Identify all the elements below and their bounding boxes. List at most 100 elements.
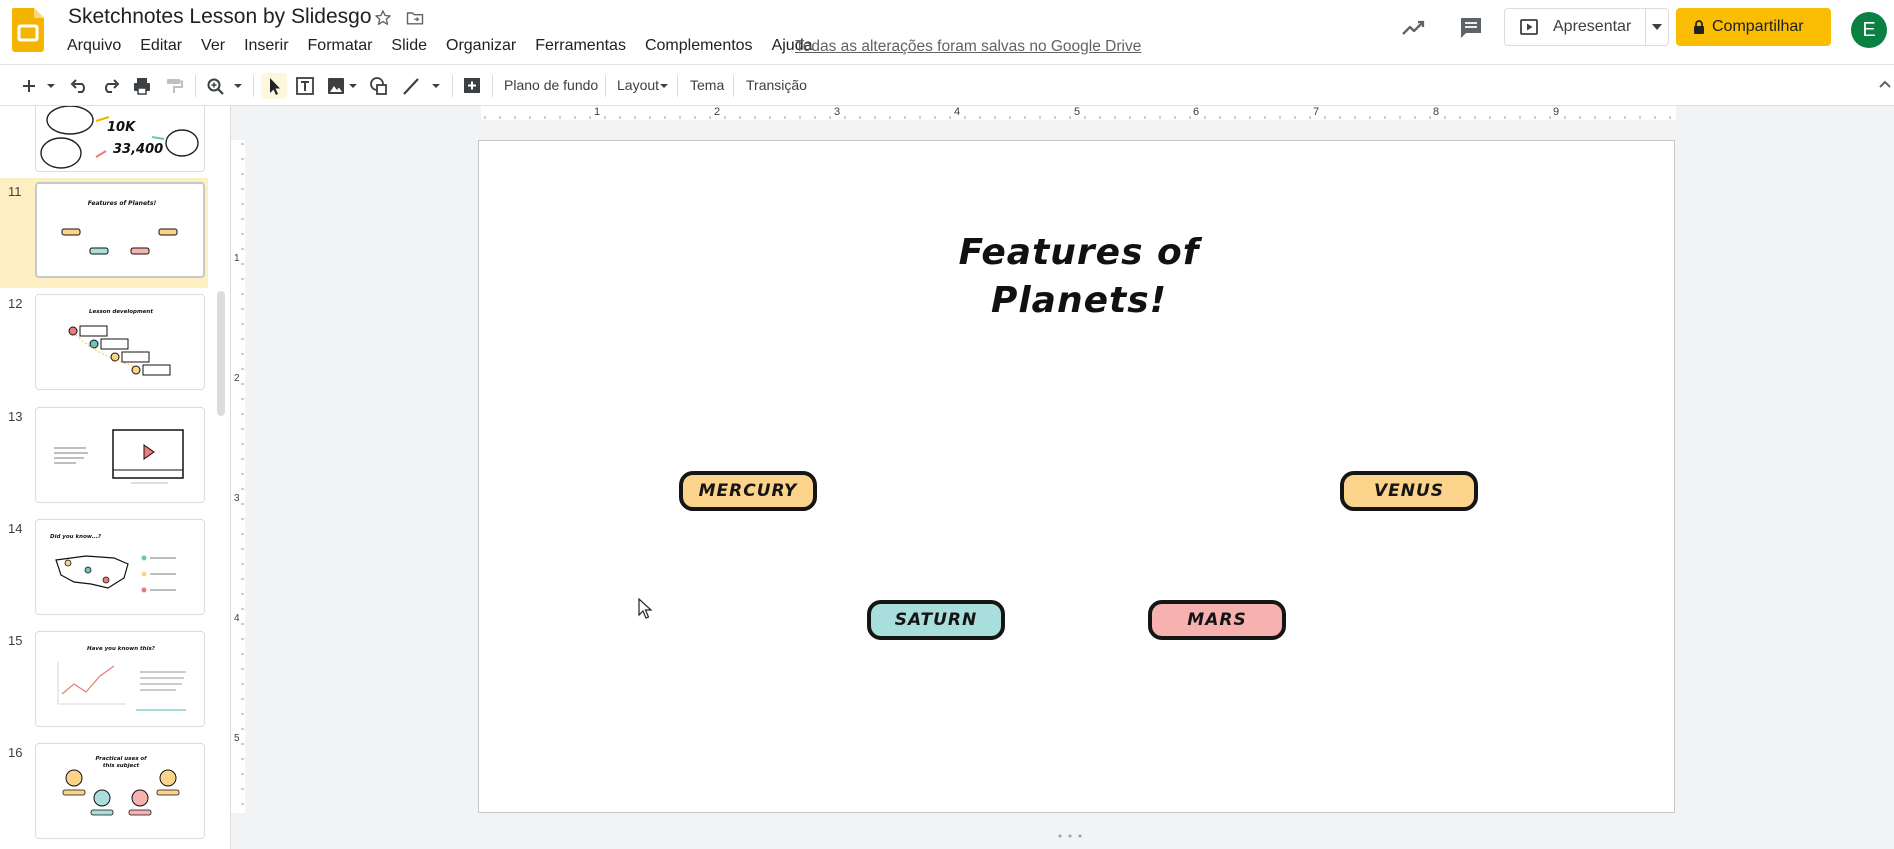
comment-history-icon[interactable]: [1455, 14, 1487, 42]
menu-inserir[interactable]: Inserir: [235, 37, 298, 55]
menu-slide[interactable]: Slide: [382, 37, 437, 55]
thumb-video-illustration: [54, 429, 184, 484]
share-label: Compartilhar: [1712, 18, 1804, 35]
select-cursor-icon[interactable]: [261, 73, 287, 99]
menu-editar[interactable]: Editar: [131, 37, 192, 55]
vertical-ruler[interactable]: [231, 120, 245, 835]
image-icon[interactable]: [325, 73, 347, 99]
present-button[interactable]: Apresentar: [1505, 9, 1645, 45]
planet-badge-saturn[interactable]: SATURN: [867, 600, 1005, 640]
ruler-tick-label: 2: [714, 106, 721, 118]
account-avatar[interactable]: E: [1851, 12, 1887, 48]
thumb-map-illustration: [55, 555, 176, 593]
slide-thumbnail-row: 13: [0, 403, 208, 513]
horizontal-ruler[interactable]: [481, 106, 1894, 120]
google-slides-logo-icon[interactable]: [12, 8, 44, 52]
thumb-planet-badges: [61, 228, 178, 255]
move-to-folder-icon[interactable]: [405, 8, 425, 28]
add-comment-icon[interactable]: [461, 73, 483, 99]
redo-icon[interactable]: [100, 73, 122, 99]
present-icon: [1520, 19, 1538, 35]
slide-editor-canvas: 1 2 3 4 5 6 7 8 9 1 2 3 4 5 Features of …: [231, 106, 1894, 849]
print-icon[interactable]: [131, 73, 153, 99]
zoom-icon[interactable]: [205, 73, 227, 99]
layout-button[interactable]: Layout: [617, 77, 659, 93]
divider: [677, 75, 678, 97]
ruler-tick-label: 1: [594, 106, 601, 118]
chevron-down-icon[interactable]: [348, 73, 358, 99]
slide-number: 12: [8, 296, 23, 311]
paint-format-icon[interactable]: [163, 73, 185, 99]
shape-icon[interactable]: [368, 73, 390, 99]
slide-thumbnail[interactable]: Lesson development: [35, 294, 205, 390]
divider: [195, 75, 196, 97]
document-title[interactable]: Sketchnotes Lesson by Slidesgo: [68, 5, 372, 29]
divider: [253, 75, 254, 97]
slide-thumbnail-row: 14 Did you know...?: [0, 515, 208, 625]
menu-formatar[interactable]: Formatar: [299, 37, 383, 55]
ruler-tick-label: 2: [234, 373, 240, 384]
app-header: Sketchnotes Lesson by Slidesgo Arquivo E…: [0, 0, 1894, 64]
activity-trend-icon[interactable]: [1398, 14, 1430, 42]
slide-number: 16: [8, 745, 23, 760]
ruler-tick-label: 4: [234, 613, 240, 624]
slide-title-line: Features of: [958, 232, 1200, 273]
new-slide-plus-icon[interactable]: [20, 73, 38, 99]
transition-button[interactable]: Transição: [746, 77, 807, 93]
thumb-stat-text: 33,400: [113, 142, 164, 157]
ruler-tick-label: 5: [1074, 106, 1081, 118]
present-label: Apresentar: [1553, 18, 1632, 35]
slide-title[interactable]: Features of Planets!: [899, 229, 1259, 325]
slide-thumbnail-row: 16 Practical uses of this subject: [0, 739, 208, 849]
slide-thumbnail[interactable]: Practical uses of this subject: [35, 743, 205, 839]
thumb-timeline-illustration: [68, 325, 171, 376]
slide-thumbnail-row-active: 11 Features of Planets!: [0, 178, 208, 288]
line-icon[interactable]: [400, 73, 422, 99]
menu-arquivo[interactable]: Arquivo: [58, 37, 131, 55]
slide-thumbnail-row: 15 Have you known this?: [0, 627, 208, 737]
chevron-down-icon[interactable]: [659, 73, 669, 99]
menu-organizar[interactable]: Organizar: [437, 37, 526, 55]
planet-badge-venus[interactable]: VENUS: [1340, 471, 1478, 511]
slide-thumbnail[interactable]: 10K 33,400: [35, 106, 205, 172]
star-icon[interactable]: [373, 8, 393, 28]
slide-thumbnail[interactable]: [35, 407, 205, 503]
slide-thumbnail-row: 10K 33,400: [0, 106, 208, 182]
slide-number: 15: [8, 633, 23, 648]
theme-button[interactable]: Tema: [690, 77, 724, 93]
menu-complementos[interactable]: Complementos: [636, 37, 763, 55]
planet-badge-mars[interactable]: MARS: [1148, 600, 1286, 640]
slide-number: 14: [8, 521, 23, 536]
toolbar: Plano de fundo Layout Tema Transição: [0, 64, 1894, 106]
ruler-tick-label: 5: [234, 733, 240, 744]
collapse-menus-chevron-up-icon[interactable]: [1878, 78, 1892, 90]
undo-icon[interactable]: [68, 73, 90, 99]
slide-number: 11: [8, 184, 22, 199]
text-box-icon[interactable]: [294, 73, 316, 99]
speaker-notes-drag-handle[interactable]: [1057, 833, 1083, 839]
menu-ver[interactable]: Ver: [192, 37, 235, 55]
chevron-down-icon[interactable]: [431, 73, 441, 99]
slide-thumbnail[interactable]: Features of Planets!: [35, 182, 205, 278]
filmstrip-scrollbar[interactable]: [217, 291, 225, 416]
save-status-link[interactable]: Todas as alterações foram salvas no Goog…: [795, 38, 1141, 56]
slide-thumbnail[interactable]: Have you known this?: [35, 631, 205, 727]
ruler-tick-label: 3: [834, 106, 841, 118]
background-button[interactable]: Plano de fundo: [504, 77, 598, 93]
menu-ferramentas[interactable]: Ferramentas: [526, 37, 636, 55]
planet-badge-mercury[interactable]: MERCURY: [679, 471, 817, 511]
slide-number: 13: [8, 409, 23, 424]
current-slide[interactable]: Features of Planets! MERCURY VENUS SATUR…: [478, 140, 1675, 813]
slide-filmstrip: 10K 33,400 11 Features of Planets! 12 Le…: [0, 106, 231, 849]
divider: [452, 75, 453, 97]
ruler-tick-label: 8: [1433, 106, 1440, 118]
mouse-pointer-icon: [638, 598, 652, 619]
thumb-line-chart-illustration: [57, 662, 186, 711]
chevron-down-icon: [1652, 24, 1662, 30]
divider: [492, 75, 493, 97]
chevron-down-icon[interactable]: [46, 73, 56, 99]
chevron-down-icon[interactable]: [233, 73, 243, 99]
share-button[interactable]: Compartilhar: [1676, 8, 1831, 46]
present-options-dropdown[interactable]: [1646, 9, 1668, 45]
slide-thumbnail[interactable]: Did you know...?: [35, 519, 205, 615]
